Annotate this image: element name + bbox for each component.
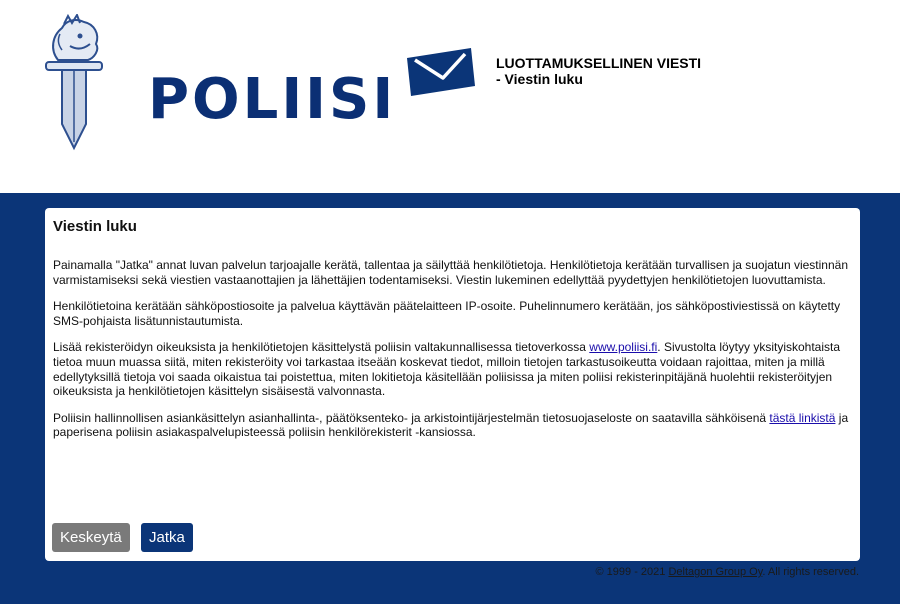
header: POLIISI LUOTTAMUKSELLINEN VIESTI - Viest…: [0, 0, 900, 193]
header-title: LUOTTAMUKSELLINEN VIESTI - Viestin luku: [496, 55, 701, 87]
rights-text: . All rights reserved.: [762, 566, 859, 578]
consent-text: Painamalla "Jatka" annat luvan palvelun …: [53, 258, 853, 452]
paragraph-4-text-start: Poliisin hallinnollisen asiankäsittelyn …: [53, 410, 770, 425]
footer: © 1999 - 2021 Deltagon Group Oy. All rig…: [596, 566, 860, 578]
header-title-line1: LUOTTAMUKSELLINEN VIESTI: [496, 55, 702, 71]
consent-paragraph-4: Poliisin hallinnollisen asiankäsittelyn …: [53, 411, 853, 440]
police-logo: POLIISI: [40, 14, 393, 154]
header-title-line2: - Viestin luku: [496, 71, 583, 87]
logo-wordmark: POLIISI: [148, 67, 397, 132]
copyright-text: © 1999 - 2021: [595, 566, 669, 578]
continue-button[interactable]: Jatka: [141, 523, 193, 552]
cancel-button[interactable]: Keskeytä: [52, 523, 130, 552]
privacy-statement-link[interactable]: tästä linkistä: [769, 411, 835, 425]
police-emblem-icon: [45, 14, 103, 151]
consent-paragraph-3: Lisää rekisteröidyn oikeuksista ja henki…: [53, 340, 853, 398]
card-title: Viestin luku: [53, 218, 137, 235]
envelope-icon: [407, 48, 475, 96]
paragraph-3-text-start: Lisää rekisteröidyn oikeuksista ja henki…: [53, 340, 590, 355]
message-card: Viestin luku Painamalla "Jatka" annat lu…: [45, 208, 860, 561]
consent-paragraph-2: Henkilötietoina kerätään sähköpostiosoit…: [53, 299, 841, 328]
consent-paragraph-1: Painamalla "Jatka" annat luvan palvelun …: [53, 258, 848, 287]
company-link[interactable]: Deltagon Group Oy: [668, 566, 762, 578]
poliisi-fi-link[interactable]: www.poliisi.fi: [589, 340, 657, 354]
